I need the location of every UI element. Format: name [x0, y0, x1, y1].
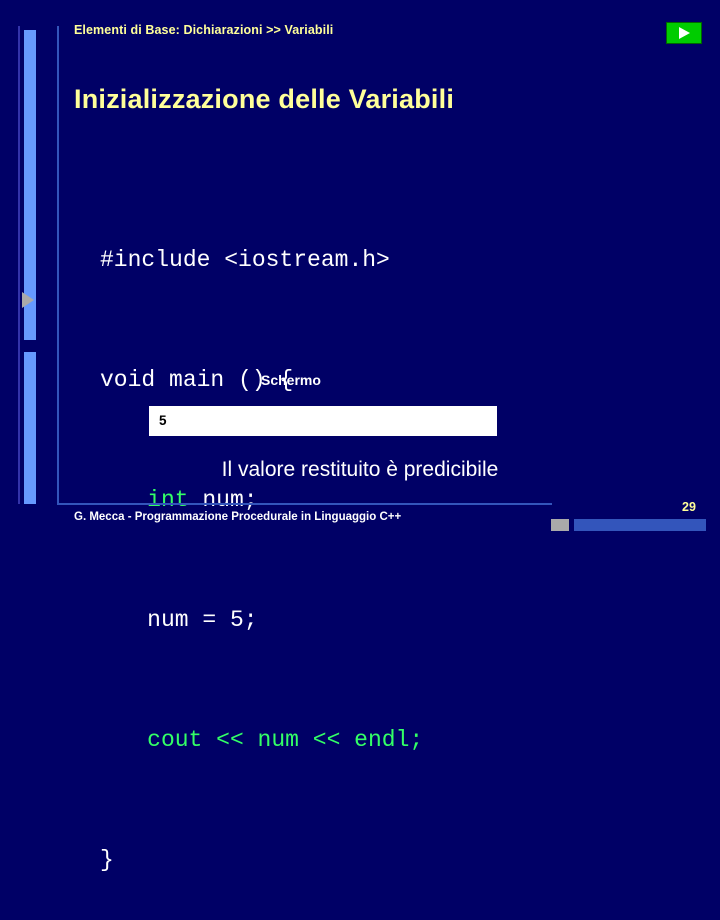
- slide-caption: Il valore restituito è predicibile: [221, 458, 499, 481]
- code-token-output: cout << num << endl;: [147, 727, 424, 753]
- footer-divider: [57, 503, 552, 505]
- screen-label: Schermo: [261, 372, 321, 388]
- footer-square-marker: [551, 519, 569, 531]
- play-left-icon[interactable]: [22, 292, 34, 308]
- code-block: #include <iostream.h> void main () { int…: [100, 160, 423, 920]
- page-title: Inizializzazione delle Variabili: [74, 84, 455, 114]
- code-line: }: [100, 840, 423, 880]
- code-token-keyword: int: [147, 487, 189, 513]
- vertical-divider: [57, 26, 59, 504]
- code-token: num = 5;: [147, 607, 258, 633]
- code-line: #include <iostream.h>: [100, 240, 423, 280]
- screen-output-box: [149, 406, 497, 436]
- footer-credit: G. Mecca - Programmazione Procedurale in…: [74, 511, 402, 523]
- code-token: #include <iostream.h>: [100, 247, 390, 273]
- footer-progress-bar: [574, 519, 706, 531]
- code-token: num;: [188, 487, 258, 513]
- code-token: }: [100, 847, 114, 873]
- code-line: cout << num << endl;: [100, 720, 423, 760]
- next-slide-play-icon[interactable]: [666, 22, 702, 44]
- breadcrumb: Elementi di Base: Dichiarazioni >> Varia…: [74, 23, 334, 37]
- screen-output-value: 5: [159, 413, 167, 428]
- code-line: num = 5;: [100, 600, 423, 640]
- page-number: 29: [682, 500, 696, 514]
